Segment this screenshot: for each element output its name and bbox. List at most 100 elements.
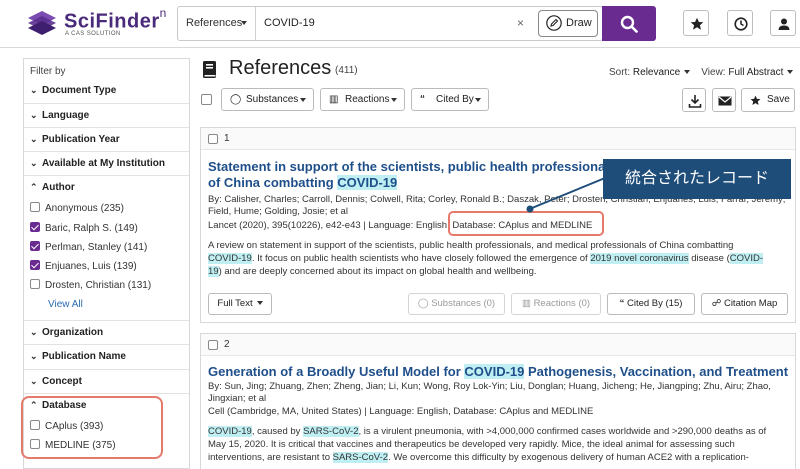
view-label: View:	[701, 67, 726, 78]
search-button[interactable]	[602, 6, 656, 41]
result-title-link[interactable]: Generation of a Broadly Useful Model for…	[208, 364, 788, 380]
view-all-authors-link[interactable]: View All	[48, 299, 83, 310]
option-label: Enjuanes, Luis (139)	[45, 261, 137, 272]
cited-by-count-button[interactable]: “ Cited By (15)	[607, 293, 695, 315]
search-scope-select[interactable]: References	[178, 7, 256, 40]
substances-dropdown[interactable]: ◯ Substances	[221, 88, 314, 111]
author-option[interactable]: Anonymous (235)	[30, 202, 124, 214]
citation-map-button[interactable]: ☍ Citation Map	[701, 293, 788, 315]
option-label: Baric, Ralph S. (149)	[45, 223, 138, 234]
result-checkbox[interactable]	[208, 340, 218, 350]
facet-label: Publication Year	[42, 134, 120, 145]
facet-label: Author	[42, 182, 75, 193]
highlight: COVID-19	[208, 253, 252, 264]
download-icon	[688, 95, 702, 108]
highlight: SARS-CoV-2	[332, 452, 389, 463]
substance-icon: ◯	[230, 94, 242, 105]
result-authors: Field, Hume; Golding, Josie; et al	[208, 206, 348, 217]
favorites-button[interactable]	[683, 10, 709, 36]
result-abstract: COVID-19, caused by SARS-CoV-2, is a vir…	[208, 426, 766, 438]
checkbox[interactable]	[30, 279, 40, 289]
top-header: SciFindern A CAS SOLUTION References COV…	[0, 0, 800, 48]
clear-icon[interactable]: ×	[517, 17, 524, 29]
annotation-callout: 統合されたレコード	[603, 159, 791, 199]
title-highlight: COVID-19	[464, 364, 525, 379]
facet-publication-year[interactable]: ⌄ Publication Year	[30, 134, 120, 145]
result-abstract: 19) and are deeply concerned about its i…	[208, 266, 537, 278]
result-checkbox[interactable]	[208, 134, 218, 144]
search-input[interactable]: COVID-19	[264, 7, 315, 40]
sort-select[interactable]: Relevance	[633, 67, 680, 78]
pencil-icon	[546, 15, 562, 31]
chevron-down-icon: ⌄	[30, 351, 38, 361]
checkbox-checked[interactable]	[30, 241, 40, 251]
result-source: Cell (Cambridge, MA, United States) | La…	[208, 406, 594, 417]
chevron-down-icon: ⌄	[30, 376, 38, 386]
reactions-label: Reactions	[345, 94, 390, 105]
title-highlight: COVID-19	[337, 175, 398, 190]
reactions-count-button[interactable]: ▥ Reactions (0)	[511, 293, 601, 315]
view-select[interactable]: Full Abstract	[728, 67, 783, 78]
cited-by-count-label: Cited By (15)	[626, 298, 683, 309]
logo-text: SciFinder	[64, 10, 160, 33]
abstract-text: , is a virulent pneumonia, with >4,000,0…	[358, 426, 767, 437]
divider	[24, 175, 189, 176]
facet-document-type[interactable]: ⌄ Document Type	[30, 85, 116, 96]
facet-language[interactable]: ⌄ Language	[30, 110, 89, 121]
reactions-dropdown[interactable]: ▥ Reactions	[320, 88, 405, 111]
divider	[24, 393, 189, 394]
checkbox[interactable]	[30, 202, 40, 212]
facet-label: Concept	[42, 376, 82, 387]
checkbox-checked[interactable]	[30, 260, 40, 270]
title-text: of China combatting	[208, 175, 338, 190]
substances-count-button[interactable]: ◯ Substances (0)	[408, 293, 505, 315]
cited-by-dropdown[interactable]: “ Cited By	[411, 88, 489, 111]
abstract-text: ) and are deeply concerned about its imp…	[218, 266, 537, 277]
chevron-down-icon: ⌄	[30, 158, 38, 168]
references-book-icon	[203, 61, 216, 78]
facet-publication-name[interactable]: ⌄ Publication Name	[30, 351, 126, 362]
facet-label: Organization	[42, 327, 104, 338]
search-box: References COVID-19 × Draw	[177, 6, 603, 41]
caret-down-icon	[475, 98, 481, 102]
author-option[interactable]: Perlman, Stanley (141)	[30, 241, 147, 253]
full-text-button[interactable]: Full Text	[208, 293, 272, 315]
download-button[interactable]	[682, 88, 706, 112]
facet-organization[interactable]: ⌄ Organization	[30, 327, 103, 338]
cited-by-label: Cited By	[436, 94, 474, 105]
checkbox-checked[interactable]	[30, 222, 40, 232]
save-button[interactable]: Save	[741, 88, 795, 112]
facet-author[interactable]: ⌃ Author	[30, 182, 75, 193]
caret-down-icon	[391, 98, 397, 102]
account-button[interactable]	[770, 10, 796, 36]
draw-label: Draw	[566, 17, 592, 29]
facet-label: Available at My Institution	[42, 158, 165, 169]
facet-label: Publication Name	[42, 351, 126, 362]
highlight: COVID-	[729, 253, 763, 264]
option-label: Anonymous (235)	[45, 203, 124, 214]
star-icon	[750, 95, 761, 105]
author-option[interactable]: Drosten, Christian (131)	[30, 279, 151, 291]
chevron-up-icon: ⌃	[30, 182, 38, 192]
facet-concept[interactable]: ⌄ Concept	[30, 376, 82, 387]
caret-down-icon	[300, 98, 306, 102]
author-option[interactable]: Baric, Ralph S. (149)	[30, 222, 138, 234]
author-option[interactable]: Enjuanes, Luis (139)	[30, 260, 137, 272]
quote-icon: “	[619, 298, 625, 309]
select-all-checkbox[interactable]	[201, 94, 212, 105]
result-card-header: 1	[201, 128, 795, 150]
abstract-text: . It focus on public health scientists w…	[251, 253, 591, 264]
reactions-count-label: Reactions (0)	[533, 298, 591, 309]
callout-arrow	[526, 177, 606, 213]
scifinder-logo[interactable]: SciFindern A CAS SOLUTION	[26, 6, 166, 40]
search-scope-value: References	[186, 17, 243, 29]
email-button[interactable]	[712, 88, 736, 112]
abstract-text: . We overcome this difficulty by exogeno…	[388, 452, 749, 463]
divider	[24, 127, 189, 128]
full-text-label: Full Text	[217, 298, 253, 309]
database-filter-highlight	[21, 396, 163, 459]
draw-button[interactable]: Draw	[538, 10, 598, 37]
history-button[interactable]	[727, 10, 753, 36]
divider	[24, 344, 189, 345]
facet-available[interactable]: ⌄ Available at My Institution	[30, 158, 165, 169]
